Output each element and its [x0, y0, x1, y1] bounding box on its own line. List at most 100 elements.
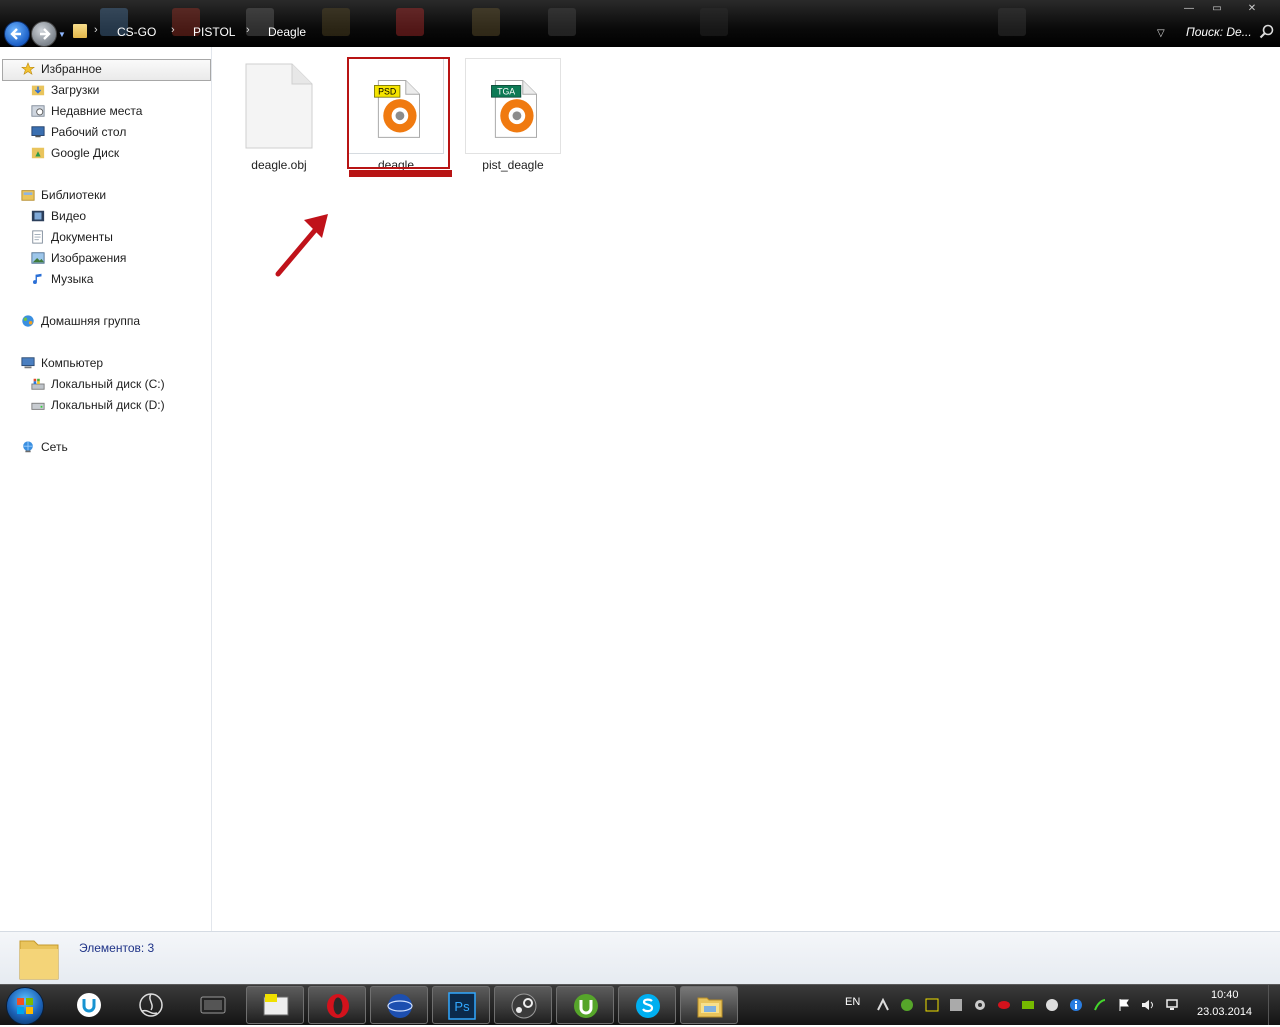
- nav-label: Локальный диск (C:): [51, 377, 165, 391]
- action-center-icon[interactable]: [1117, 998, 1131, 1012]
- homegroup-icon: [22, 315, 34, 327]
- utorrent-tray-icon[interactable]: [900, 998, 914, 1012]
- nav-label: Локальный диск (D:): [51, 398, 165, 412]
- tray-icon[interactable]: [876, 998, 890, 1012]
- photoshop-icon: Ps: [448, 992, 476, 1020]
- nav-label: Google Диск: [51, 146, 120, 160]
- steam-icon: [511, 993, 537, 1019]
- nav-label: Загрузки: [51, 83, 100, 97]
- tga-badge: TGA: [497, 87, 515, 97]
- volume-icon[interactable]: [1141, 998, 1155, 1012]
- background-icon: [322, 8, 350, 36]
- documents-icon: [32, 230, 43, 244]
- nav-label: Документы: [51, 230, 113, 244]
- file-item-deagle-obj[interactable]: deagle.obj: [231, 58, 327, 176]
- downloads-folder-icon: [31, 85, 45, 96]
- nav-label: Музыка: [51, 272, 94, 286]
- tray-icon[interactable]: [997, 998, 1011, 1012]
- nvidia-tray-icon[interactable]: [1021, 998, 1035, 1012]
- steam-tray-icon[interactable]: [1045, 998, 1059, 1012]
- search-icon[interactable]: [1259, 24, 1275, 40]
- annotation-arrow-icon: [275, 214, 328, 277]
- taskbar-gpu-monitor[interactable]: [246, 986, 304, 1024]
- razer-tray-icon[interactable]: [1093, 998, 1107, 1012]
- recent-pages-dropdown[interactable]: ▼: [58, 30, 66, 39]
- close-button[interactable]: ✕: [1238, 2, 1266, 16]
- forward-button[interactable]: [31, 21, 57, 47]
- nav-label: Избранное: [41, 62, 102, 76]
- recent-places-icon: [31, 105, 45, 117]
- explorer-icon: [697, 997, 723, 1018]
- video-icon: [200, 996, 226, 1014]
- taskbar-explorer[interactable]: [680, 986, 738, 1024]
- tga-file-icon: TGA: [465, 58, 561, 154]
- nav-label: Домашняя группа: [41, 314, 141, 328]
- folder-icon: [73, 24, 87, 38]
- background-icon: [700, 8, 728, 36]
- info-tray-icon[interactable]: [1069, 998, 1083, 1012]
- taskbar-utorrent[interactable]: [556, 986, 614, 1024]
- nav-label: Недавние места: [51, 104, 143, 118]
- navigation-pane: [0, 47, 212, 931]
- chevron-right-icon[interactable]: ›: [94, 24, 98, 36]
- taskbar-opera[interactable]: [308, 986, 366, 1024]
- annotation-highlight-box: [347, 57, 450, 169]
- file-name: pist_deagle: [482, 158, 544, 172]
- utorrent-icon: [574, 994, 598, 1018]
- annotation-underline: [349, 170, 452, 177]
- maximize-button[interactable]: ▭: [1203, 2, 1231, 16]
- photoshop-label: Ps: [454, 999, 470, 1014]
- minimize-button[interactable]: —: [1175, 2, 1203, 16]
- nav-label: Компьютер: [41, 356, 104, 370]
- star-icon: [21, 62, 35, 75]
- arrow-left-icon: [10, 28, 21, 40]
- clock-time[interactable]: 10:40: [1211, 989, 1239, 1001]
- gpu-tray-icon[interactable]: [925, 998, 939, 1012]
- webcam-tray-icon[interactable]: [973, 998, 987, 1012]
- clock-date[interactable]: 23.03.2014: [1197, 1006, 1252, 1018]
- nav-label: Изображения: [51, 251, 127, 265]
- background-icon: [396, 8, 424, 36]
- nav-label: Сеть: [41, 440, 68, 454]
- show-desktop-button[interactable]: [1268, 985, 1280, 1025]
- background-icon: [472, 8, 500, 36]
- network-tray-icon[interactable]: [1165, 998, 1179, 1012]
- language-indicator[interactable]: EN: [845, 996, 860, 1008]
- search-input[interactable]: Поиск: De...: [1186, 25, 1252, 39]
- taskbar: Ps EN 10:40 23.03.2014: [0, 984, 1280, 1025]
- breadcrumb-cs-go[interactable]: CS-GO: [117, 25, 156, 39]
- browser-globe-icon: [387, 994, 413, 1018]
- address-dropdown-icon[interactable]: ▽: [1157, 28, 1165, 39]
- back-button[interactable]: [4, 21, 30, 47]
- opera-icon: [327, 994, 349, 1018]
- arrow-right-icon: [40, 28, 51, 40]
- skype-icon: [636, 994, 660, 1018]
- system-drive-icon: [31, 378, 45, 390]
- drive-icon: [31, 402, 45, 410]
- network-icon: [23, 441, 33, 453]
- libraries-icon: [21, 190, 35, 201]
- desktop-icon: [31, 126, 45, 138]
- taskbar-video[interactable]: [184, 986, 242, 1024]
- start-button[interactable]: [6, 987, 44, 1025]
- google-drive-folder-icon: [31, 147, 45, 159]
- taskbar-steam[interactable]: [494, 986, 552, 1024]
- taskbar-skype[interactable]: [618, 986, 676, 1024]
- generic-file-icon: [245, 63, 313, 149]
- taskbar-browser[interactable]: [370, 986, 428, 1024]
- file-list-area: [212, 47, 1280, 931]
- computer-icon: [21, 357, 35, 369]
- tray-icon[interactable]: [949, 998, 963, 1012]
- breadcrumb-pistol[interactable]: PISTOL: [193, 25, 235, 39]
- taskbar-photoshop[interactable]: Ps: [432, 986, 490, 1024]
- breadcrumb-deagle[interactable]: Deagle: [268, 25, 306, 39]
- taskbar-uplay[interactable]: [60, 986, 118, 1024]
- chevron-right-icon[interactable]: ›: [246, 24, 250, 36]
- nav-label: Видео: [51, 209, 87, 223]
- taskbar-obs[interactable]: [122, 986, 180, 1024]
- chevron-right-icon[interactable]: ›: [171, 24, 175, 36]
- uplay-icon: [77, 993, 101, 1017]
- file-item-pist-deagle[interactable]: TGA pist_deagle: [465, 58, 561, 176]
- music-icon: [33, 273, 42, 284]
- windows-logo-icon: [17, 998, 33, 1014]
